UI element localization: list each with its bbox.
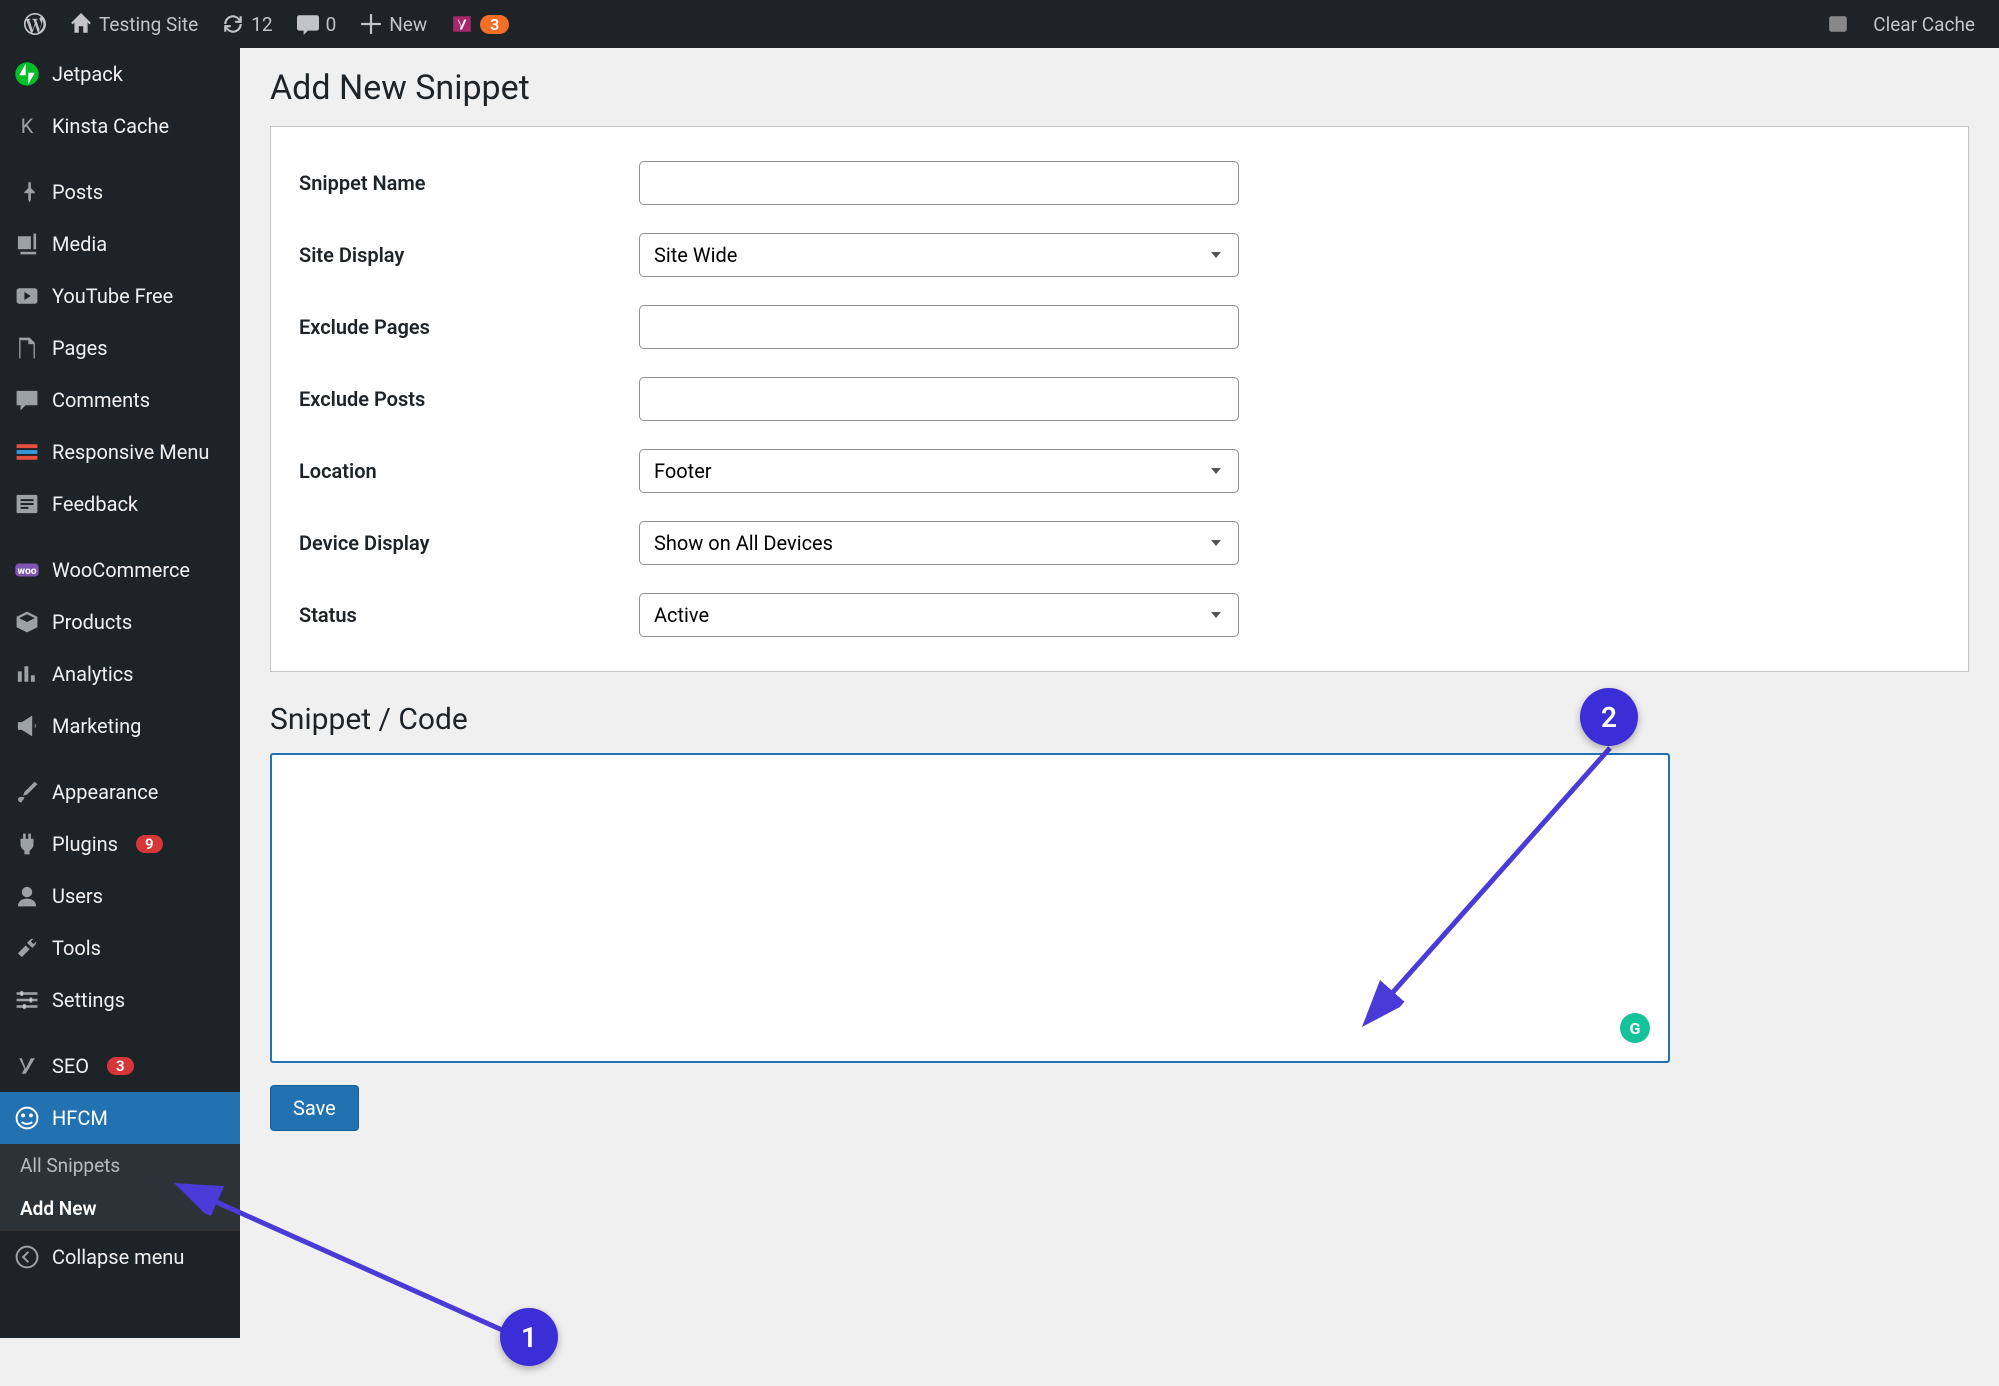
sidebar-item-comments[interactable]: Comments xyxy=(0,374,240,426)
sidebar-item-analytics[interactable]: Analytics xyxy=(0,648,240,700)
responsive-icon xyxy=(14,439,40,465)
annotation-arrow-1 xyxy=(170,1178,540,1348)
exclude-posts-label: Exclude Posts xyxy=(299,363,639,435)
annotation-badge-1: 1 xyxy=(500,1308,558,1366)
wrench-icon xyxy=(14,935,40,961)
exclude-pages-label: Exclude Pages xyxy=(299,291,639,363)
snippet-name-label: Snippet Name xyxy=(299,147,639,219)
collapse-icon xyxy=(14,1244,40,1270)
sidebar-item-kinsta[interactable]: KKinsta Cache xyxy=(0,100,240,152)
snippet-form-panel: Snippet Name Site Display Site Wide Excl… xyxy=(270,126,1969,672)
annotation-badge-2: 2 xyxy=(1580,688,1638,746)
feedback-icon xyxy=(14,491,40,517)
location-label: Location xyxy=(299,435,639,507)
admin-sidebar: Jetpack KKinsta Cache Posts Media YouTub… xyxy=(0,48,240,1338)
snippet-name-input[interactable] xyxy=(639,161,1239,205)
yoast-icon xyxy=(451,13,473,35)
updates-link[interactable]: 12 xyxy=(210,0,284,48)
admin-bar: Testing Site 12 0 New 3 Clear Cache xyxy=(0,0,1999,48)
sidebar-item-plugins[interactable]: Plugins9 xyxy=(0,818,240,870)
cache-indicator[interactable] xyxy=(1815,0,1861,48)
box-icon xyxy=(14,609,40,635)
svg-text:woo: woo xyxy=(17,564,36,577)
comments-count: 0 xyxy=(326,13,337,36)
annotation-arrow-2 xyxy=(1340,728,1650,1038)
sidebar-item-appearance[interactable]: Appearance xyxy=(0,766,240,818)
sidebar-item-pages[interactable]: Pages xyxy=(0,322,240,374)
site-display-label: Site Display xyxy=(299,219,639,291)
yoast-badge: 3 xyxy=(480,15,509,34)
sidebar-item-hfcm[interactable]: HFCM xyxy=(0,1092,240,1144)
cache-icon xyxy=(1827,13,1849,35)
sidebar-item-marketing[interactable]: Marketing xyxy=(0,700,240,752)
wordpress-icon xyxy=(24,13,46,35)
updates-count: 12 xyxy=(251,13,272,36)
refresh-icon xyxy=(222,13,244,35)
woo-icon: woo xyxy=(14,557,40,583)
plug-icon xyxy=(14,831,40,857)
clear-cache-button[interactable]: Clear Cache xyxy=(1861,0,1987,48)
clear-cache-label: Clear Cache xyxy=(1873,13,1975,36)
page-title: Add New Snippet xyxy=(270,68,1969,108)
plugins-badge: 9 xyxy=(136,835,163,853)
sidebar-item-seo[interactable]: SEO3 xyxy=(0,1040,240,1092)
code-heading: Snippet / Code xyxy=(270,702,1969,737)
location-select[interactable]: Footer xyxy=(639,449,1239,493)
seo-badge: 3 xyxy=(107,1057,134,1075)
comment-icon xyxy=(297,13,319,35)
megaphone-icon xyxy=(14,713,40,739)
kinsta-icon: K xyxy=(14,113,40,139)
pin-icon xyxy=(14,179,40,205)
status-select[interactable]: Active xyxy=(639,593,1239,637)
yoast-icon xyxy=(14,1053,40,1079)
site-link[interactable]: Testing Site xyxy=(58,0,210,48)
pages-icon xyxy=(14,335,40,361)
sidebar-item-settings[interactable]: Settings xyxy=(0,974,240,1026)
sidebar-item-users[interactable]: Users xyxy=(0,870,240,922)
sidebar-item-feedback[interactable]: Feedback xyxy=(0,478,240,530)
jetpack-icon xyxy=(14,61,40,87)
sidebar-item-tools[interactable]: Tools xyxy=(0,922,240,974)
device-display-select[interactable]: Show on All Devices xyxy=(639,521,1239,565)
sidebar-item-jetpack[interactable]: Jetpack xyxy=(0,48,240,100)
comments-link[interactable]: 0 xyxy=(285,0,349,48)
sidebar-item-responsive-menu[interactable]: Responsive Menu xyxy=(0,426,240,478)
home-icon xyxy=(70,13,92,35)
sidebar-item-woocommerce[interactable]: wooWooCommerce xyxy=(0,544,240,596)
sidebar-item-youtube[interactable]: YouTube Free xyxy=(0,270,240,322)
exclude-pages-input[interactable] xyxy=(639,305,1239,349)
sidebar-item-posts[interactable]: Posts xyxy=(0,166,240,218)
status-label: Status xyxy=(299,579,639,651)
settings-icon xyxy=(14,987,40,1013)
new-label: New xyxy=(389,13,427,36)
site-name: Testing Site xyxy=(99,13,198,36)
save-button[interactable]: Save xyxy=(270,1085,359,1131)
new-link[interactable]: New xyxy=(348,0,439,48)
wordpress-logo[interactable] xyxy=(12,0,58,48)
chart-icon xyxy=(14,661,40,687)
main-content: Add New Snippet Snippet Name Site Displa… xyxy=(240,48,1999,1151)
user-icon xyxy=(14,883,40,909)
yoast-link[interactable]: 3 xyxy=(439,0,521,48)
device-display-label: Device Display xyxy=(299,507,639,579)
exclude-posts-input[interactable] xyxy=(639,377,1239,421)
comment-icon xyxy=(14,387,40,413)
brush-icon xyxy=(14,779,40,805)
hfcm-icon xyxy=(14,1105,40,1131)
sidebar-item-products[interactable]: Products xyxy=(0,596,240,648)
video-icon xyxy=(14,283,40,309)
media-icon xyxy=(14,231,40,257)
sidebar-item-media[interactable]: Media xyxy=(0,218,240,270)
plus-icon xyxy=(360,13,382,35)
site-display-select[interactable]: Site Wide xyxy=(639,233,1239,277)
